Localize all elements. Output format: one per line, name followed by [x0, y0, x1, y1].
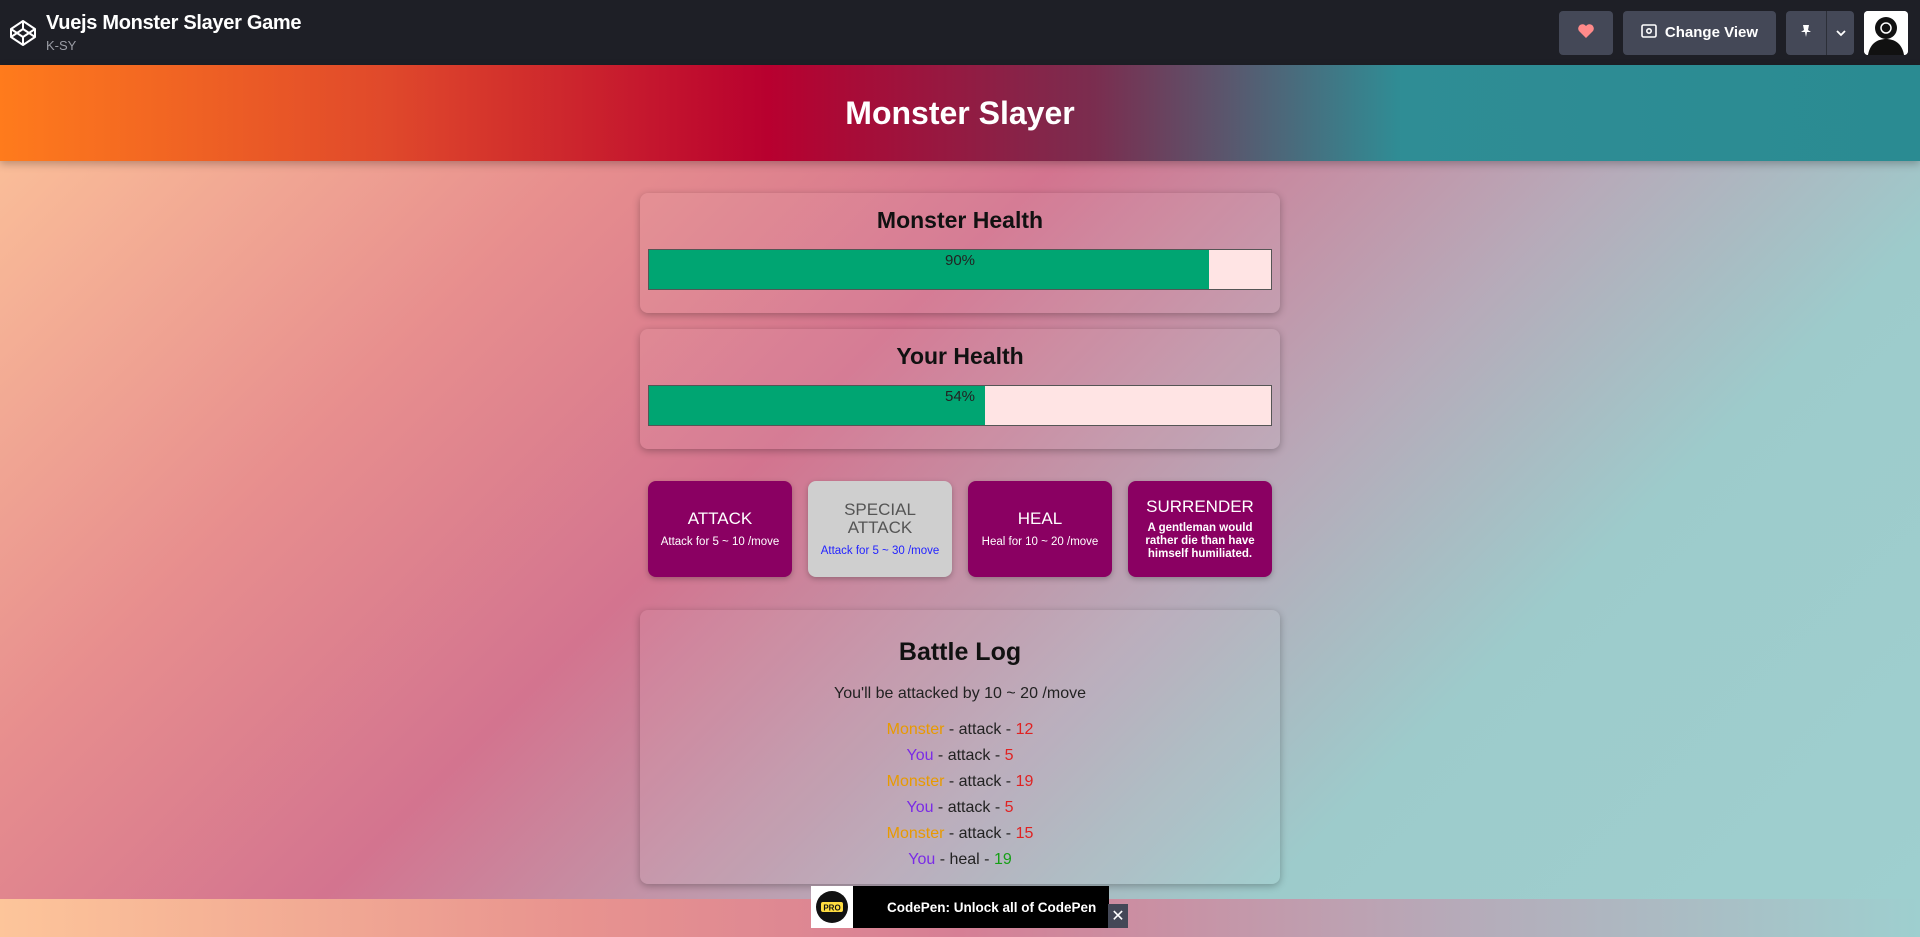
app-header: Monster Slayer — [0, 65, 1920, 161]
log-action: heal — [949, 851, 980, 868]
log-action: attack — [947, 799, 991, 816]
eye-icon — [1641, 23, 1657, 42]
log-entry: You - attack - 5 — [906, 799, 1014, 816]
log-actor: You — [908, 851, 936, 868]
special-attack-button[interactable]: SPECIAL ATTACK Attack for 5 ~ 30 /move — [808, 481, 952, 577]
monster-health-label: 90% — [944, 252, 976, 269]
game-app: Monster Slayer Monster Health 90% Your H… — [0, 65, 1920, 899]
app-title: Monster Slayer — [845, 94, 1075, 131]
log-actor: You — [906, 799, 934, 816]
log-entry: Monster - attack - 19 — [886, 773, 1034, 790]
promo-text: CodePen: Unlock all of CodePen — [887, 899, 1097, 915]
pen-author[interactable]: K-SY — [46, 38, 301, 53]
pin-button[interactable] — [1786, 10, 1826, 55]
log-actor: Monster — [886, 773, 945, 790]
player-health-panel: Your Health 54% — [640, 329, 1280, 449]
log-entry: Monster - attack - 15 — [886, 825, 1034, 842]
pin-icon — [1800, 24, 1812, 42]
battle-log-list: Monster - attack - 12 You - attack - 5 M… — [640, 717, 1280, 873]
log-entry: Monster - attack - 12 — [886, 721, 1034, 738]
log-value: 19 — [993, 851, 1012, 868]
pro-badge-icon: PRO — [811, 886, 853, 928]
log-entry: You - heal - 19 — [908, 851, 1012, 868]
chevron-down-icon — [1835, 24, 1846, 41]
log-action: attack — [958, 825, 1002, 842]
battle-log-intro: You'll be attacked by 10 ~ 20 /move — [834, 685, 1086, 702]
log-actor: Monster — [886, 721, 945, 738]
pen-title[interactable]: Vuejs Monster Slayer Game — [46, 12, 302, 35]
heart-icon — [1577, 23, 1595, 43]
battle-log-panel: Battle Log You'll be attacked by 10 ~ 20… — [640, 610, 1280, 884]
codepen-topbar: Vuejs Monster Slayer Game K-SY Change Vi… — [0, 0, 1920, 65]
user-avatar[interactable] — [1864, 10, 1908, 55]
player-health-title: Your Health — [896, 343, 1024, 369]
attack-description: Attack for 5 ~ 10 /move — [660, 535, 780, 548]
heal-button[interactable]: HEAL Heal for 10 ~ 20 /move — [968, 481, 1112, 577]
topbar-actions: Change View — [1558, 10, 1912, 55]
log-actor: You — [906, 747, 934, 764]
surrender-description: A gentleman would rather die than have h… — [1145, 521, 1255, 560]
pin-button-group — [1786, 10, 1854, 55]
log-action: attack — [958, 773, 1002, 790]
log-value: 19 — [1015, 773, 1034, 790]
change-view-label: Change View — [1664, 24, 1758, 41]
log-value: 12 — [1015, 721, 1034, 738]
battle-log-title: Battle Log — [898, 638, 1022, 666]
love-button[interactable] — [1558, 10, 1613, 55]
surrender-button[interactable]: SURRENDER A gentleman would rather die t… — [1128, 481, 1272, 577]
codepen-logo-icon[interactable] — [8, 18, 38, 48]
log-action: attack — [947, 747, 991, 764]
player-health-bar: 54% — [648, 385, 1272, 426]
log-action: attack — [958, 721, 1002, 738]
pen-title-block: Vuejs Monster Slayer Game K-SY — [46, 12, 302, 53]
log-entry: You - attack - 5 — [906, 747, 1014, 764]
log-value: 5 — [1004, 747, 1014, 764]
log-value: 15 — [1015, 825, 1034, 842]
log-actor: Monster — [886, 825, 945, 842]
monster-health-title: Monster Health — [876, 207, 1044, 233]
monster-health-panel: Monster Health 90% — [640, 193, 1280, 313]
codepen-pro-banner[interactable]: PRO CodePen: Unlock all of CodePen — [811, 886, 1109, 928]
monster-health-bar: 90% — [648, 249, 1272, 290]
surrender-label: SURRENDER — [1146, 496, 1254, 516]
special-attack-description: Attack for 5 ~ 30 /move — [820, 544, 940, 557]
heal-description: Heal for 10 ~ 20 /move — [981, 535, 1099, 548]
log-value: 5 — [1004, 799, 1014, 816]
player-health-label: 54% — [944, 388, 976, 405]
special-attack-label: SPECIAL ATTACK — [844, 499, 916, 537]
close-icon[interactable]: ✕ — [1108, 904, 1128, 928]
pin-dropdown-button[interactable] — [1826, 10, 1854, 55]
change-view-button[interactable]: Change View — [1622, 10, 1776, 55]
game-controls: ATTACK Attack for 5 ~ 10 /move SPECIAL A… — [648, 481, 1272, 577]
attack-label: ATTACK — [687, 508, 753, 528]
pro-badge-text: PRO — [823, 904, 840, 913]
heal-label: HEAL — [1017, 508, 1063, 528]
attack-button[interactable]: ATTACK Attack for 5 ~ 10 /move — [648, 481, 792, 577]
